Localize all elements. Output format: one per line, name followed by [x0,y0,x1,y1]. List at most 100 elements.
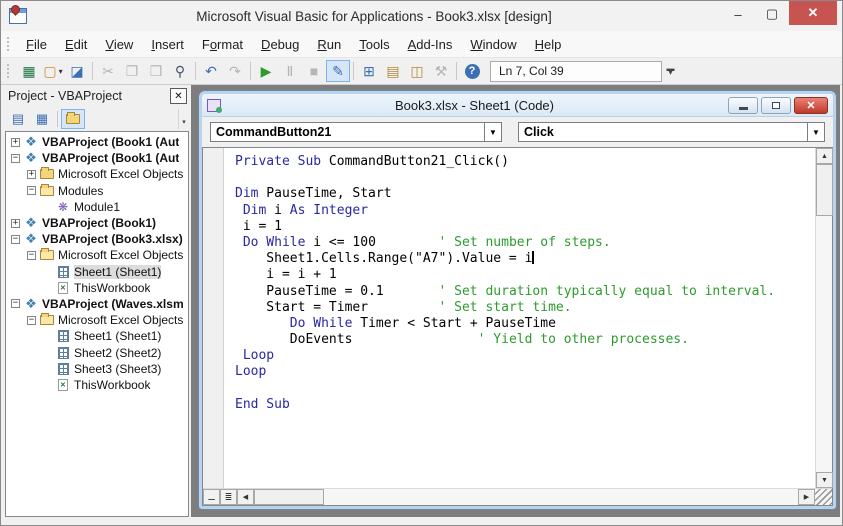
view-object-button[interactable]: ▦ [30,109,54,129]
menu-debug[interactable]: Debug [252,33,308,56]
scroll-left-icon[interactable]: ◀ [237,489,254,505]
tree-item-label[interactable]: Microsoft Excel Objects [58,167,183,181]
menu-edit[interactable]: Edit [56,33,96,56]
tree-item[interactable]: Module1 [6,199,188,215]
code-window-close-button[interactable]: ✕ [794,96,828,114]
tree-item-label[interactable]: VBAProject (Book1) [42,216,156,230]
resize-grip[interactable] [815,489,832,505]
code-text[interactable]: Private Sub CommandButton21_Click() Dim … [225,148,815,488]
menu-run[interactable]: Run [308,33,350,56]
design-mode-button[interactable]: ✎ [326,60,350,82]
collapse-icon[interactable]: − [27,186,36,196]
tree-item[interactable]: ThisWorkbook [6,280,188,296]
tree-item[interactable]: Sheet2 (Sheet2) [6,344,188,360]
tree-item-label[interactable]: ThisWorkbook [74,281,150,295]
full-module-view-button[interactable]: ≣ [220,489,237,505]
tree-item[interactable]: + VBAProject (Book1) [6,215,188,231]
find-button[interactable]: ⚲ [168,60,192,82]
tree-item-label[interactable]: Sheet2 (Sheet2) [74,346,161,360]
tree-item-label[interactable]: VBAProject (Book3.xlsx) [42,232,183,246]
tree-item[interactable]: − VBAProject (Book1 (Aut [6,150,188,166]
collapse-icon[interactable]: − [27,315,36,325]
menu-addins[interactable]: Add-Ins [399,33,462,56]
tree-item[interactable]: ThisWorkbook [6,377,188,393]
save-button[interactable]: ◪ [65,60,89,82]
tree-item-label[interactable]: VBAProject (Book1 (Aut [42,135,179,149]
tree-item[interactable]: Sheet1 (Sheet1) [6,264,188,280]
vertical-scrollbar[interactable]: ▲ ▼ [815,148,833,488]
horizontal-scroll-track[interactable] [324,489,798,505]
horizontal-scroll-thumb[interactable] [254,489,324,505]
tree-item[interactable]: − VBAProject (Waves.xlsm [6,296,188,312]
vba-editor-window: Microsoft Visual Basic for Applications … [0,0,843,526]
insert-userform-button[interactable]: ▢ ▾ [41,60,65,82]
menu-tools[interactable]: Tools [350,33,398,56]
collapse-icon[interactable]: − [27,250,36,260]
expand-icon[interactable]: + [11,218,20,228]
tree-item[interactable]: + Microsoft Excel Objects [6,166,188,182]
tree-item[interactable]: + VBAProject (Book1 (Aut [6,134,188,150]
toggle-folders-button[interactable] [61,109,85,129]
help-button[interactable]: ? [460,60,484,82]
collapse-icon[interactable]: − [11,153,20,163]
close-button[interactable]: ✕ [789,1,837,25]
object-dropdown[interactable]: CommandButton21 ▼ [210,122,502,142]
code-line: Do While Timer < Start + PauseTime [289,315,556,331]
properties-window-button[interactable]: ▤ [381,60,405,82]
vertical-scroll-thumb[interactable] [816,164,833,216]
panel-toolbar-overflow-icon[interactable]: ▾ [178,109,189,129]
tree-item-label[interactable]: Sheet1 (Sheet1) [74,329,161,343]
run-sub-button[interactable]: ▶ [254,60,278,82]
tree-item-label[interactable]: Module1 [74,200,120,214]
horizontal-scrollbar[interactable]: ⚊ ≣ ◀ ▶ [203,488,832,505]
chevron-down-icon[interactable]: ▼ [807,123,824,141]
menu-help[interactable]: Help [526,33,571,56]
scroll-down-icon[interactable]: ▼ [816,472,833,488]
project-explorer-button[interactable]: ⊞ [357,60,381,82]
tree-item[interactable]: − Microsoft Excel Objects [6,312,188,328]
code-window-minimize-button[interactable] [728,96,758,114]
tree-item[interactable]: Sheet1 (Sheet1) [6,328,188,344]
project-explorer-panel: Project - VBAProject ✕ ▤ ▦ ▾ + VBAProject (… [3,85,191,519]
expand-icon[interactable]: + [11,137,20,147]
tree-item-label[interactable]: ThisWorkbook [74,378,150,392]
menu-file[interactable]: File [17,33,56,56]
menu-view[interactable]: View [96,33,142,56]
tree-item-label[interactable]: Sheet1 (Sheet1) [74,264,162,279]
menu-window[interactable]: Window [461,33,525,56]
minimize-button[interactable]: – [721,1,755,27]
collapse-icon[interactable]: − [11,234,20,244]
chevron-down-icon[interactable]: ▼ [484,123,501,141]
chevron-down-icon[interactable]: ▾ [59,67,63,76]
object-browser-button[interactable]: ◫ [405,60,429,82]
view-code-button[interactable]: ▤ [6,109,30,129]
undo-button[interactable]: ↶ [199,60,223,82]
tree-item-label[interactable]: VBAProject (Waves.xlsm [42,297,184,311]
tree-item-label[interactable]: Microsoft Excel Objects [58,313,183,327]
tree-item[interactable]: − VBAProject (Book3.xlsx) [6,231,188,247]
maximize-button[interactable]: ▢ [755,1,789,27]
expand-icon[interactable]: + [27,169,36,179]
code-window-title: Book3.xlsx - Sheet1 (Code) [395,97,554,113]
tree-item-label[interactable]: Modules [58,184,103,198]
menu-grip[interactable] [6,36,11,52]
scroll-right-icon[interactable]: ▶ [798,489,815,505]
toolbar-grip[interactable] [6,63,11,79]
project-panel-close-icon[interactable]: ✕ [170,88,187,104]
procedure-view-button[interactable]: ⚊ [203,489,220,505]
tree-item[interactable]: − Modules [6,183,188,199]
menu-insert[interactable]: Insert [142,33,193,56]
menu-format[interactable]: Format [193,33,252,56]
tree-item-label[interactable]: Microsoft Excel Objects [58,248,183,262]
tree-item[interactable]: Sheet3 (Sheet3) [6,361,188,377]
code-window-restore-button[interactable] [761,96,791,114]
collapse-icon[interactable]: − [11,299,20,309]
tree-item[interactable]: − Microsoft Excel Objects [6,247,188,263]
code-editor[interactable]: Private Sub CommandButton21_Click() Dim … [202,147,833,506]
tree-item-label[interactable]: VBAProject (Book1 (Aut [42,151,179,165]
view-microsoft-excel-button[interactable]: ▦ [17,60,41,82]
procedure-dropdown[interactable]: Click ▼ [518,122,825,142]
toolbar-options-icon[interactable]: ▬ ▾ [664,60,677,82]
tree-item-label[interactable]: Sheet3 (Sheet3) [74,362,161,376]
scroll-up-icon[interactable]: ▲ [816,148,833,164]
